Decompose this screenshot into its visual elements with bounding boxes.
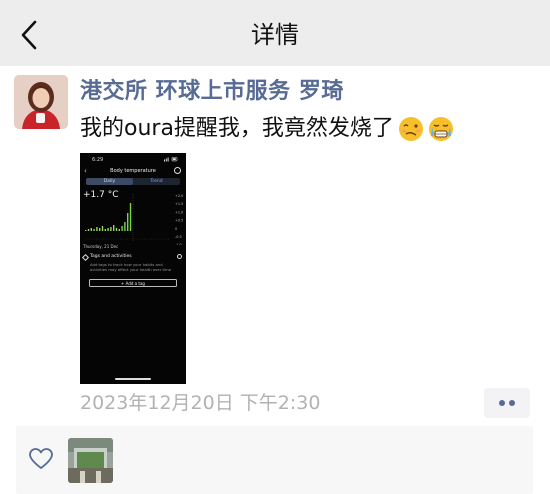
tags-description: Add tags to track how your habits and ac… (90, 262, 172, 272)
add-tag-button: + Add a tag (89, 279, 177, 287)
post-timestamp: 2023年12月20日 下午2:30 (80, 392, 321, 414)
likes-panel (16, 426, 533, 494)
temperature-bar (99, 228, 101, 231)
more-dots-icon (499, 400, 505, 406)
temperature-bar (129, 203, 132, 231)
temperature-bar (113, 225, 115, 231)
y-tick-label: +0.5 (175, 219, 183, 223)
top-bar: 详情 (0, 0, 550, 66)
post-text: 我的oura提醒我，我竟然发烧了 (80, 116, 394, 141)
temperature-bar (85, 230, 87, 231)
temperature-bar (121, 226, 123, 231)
grimacing-tears-face-icon (428, 117, 453, 141)
screenshot-date: Thursday, 21 Dec (83, 244, 119, 249)
author-name[interactable]: 港交所 环球上市服务 罗琦 (80, 76, 344, 108)
page-title: 详情 (251, 21, 299, 49)
temperature-bar (96, 227, 98, 231)
heart-outline-icon (29, 448, 53, 469)
y-tick-label: +1.5 (175, 202, 183, 206)
tag-icon (81, 253, 90, 262)
search-icon (177, 254, 182, 259)
y-tick-label: +2.0 (175, 194, 183, 198)
more-dots-icon-2 (509, 400, 515, 406)
avatar[interactable] (14, 75, 68, 129)
temperature-bar (104, 229, 106, 231)
home-indicator (115, 378, 151, 380)
liker-avatar[interactable] (68, 438, 113, 483)
y-tick-label: 0 (175, 227, 177, 231)
more-button[interactable] (484, 388, 530, 418)
temperature-bar (115, 228, 118, 231)
temperature-bar (101, 226, 104, 231)
temperature-bar (93, 229, 95, 231)
y-tick-label: -1.0 (175, 243, 182, 245)
status-time: 6:29 (92, 157, 104, 163)
y-tick-label: -0.5 (175, 235, 182, 239)
temperature-chart: +2.0 +1.5 +1.0 +0.5 0 -0.5 -1.0 (84, 194, 183, 245)
attached-screenshot[interactable]: 6:29 ‹ Body temperature Daily Trend +1.7… (80, 153, 186, 384)
info-icon (174, 167, 181, 174)
temperature-bar (127, 213, 129, 231)
battery-icon (164, 157, 178, 162)
y-tick-label: +1.0 (175, 210, 183, 214)
temperature-bar (107, 228, 109, 231)
temperature-bar (118, 229, 120, 231)
screenshot-title: Body temperature (110, 168, 156, 174)
post-text-row: 我的oura提醒我，我竟然发烧了 (80, 112, 454, 146)
temperature-bar (87, 229, 90, 231)
temperature-bar (124, 222, 126, 231)
temperature-bar (90, 228, 92, 231)
temperature-bar (110, 227, 112, 231)
tags-title: Tags and activities (90, 254, 132, 259)
woozy-face-icon (398, 117, 423, 141)
